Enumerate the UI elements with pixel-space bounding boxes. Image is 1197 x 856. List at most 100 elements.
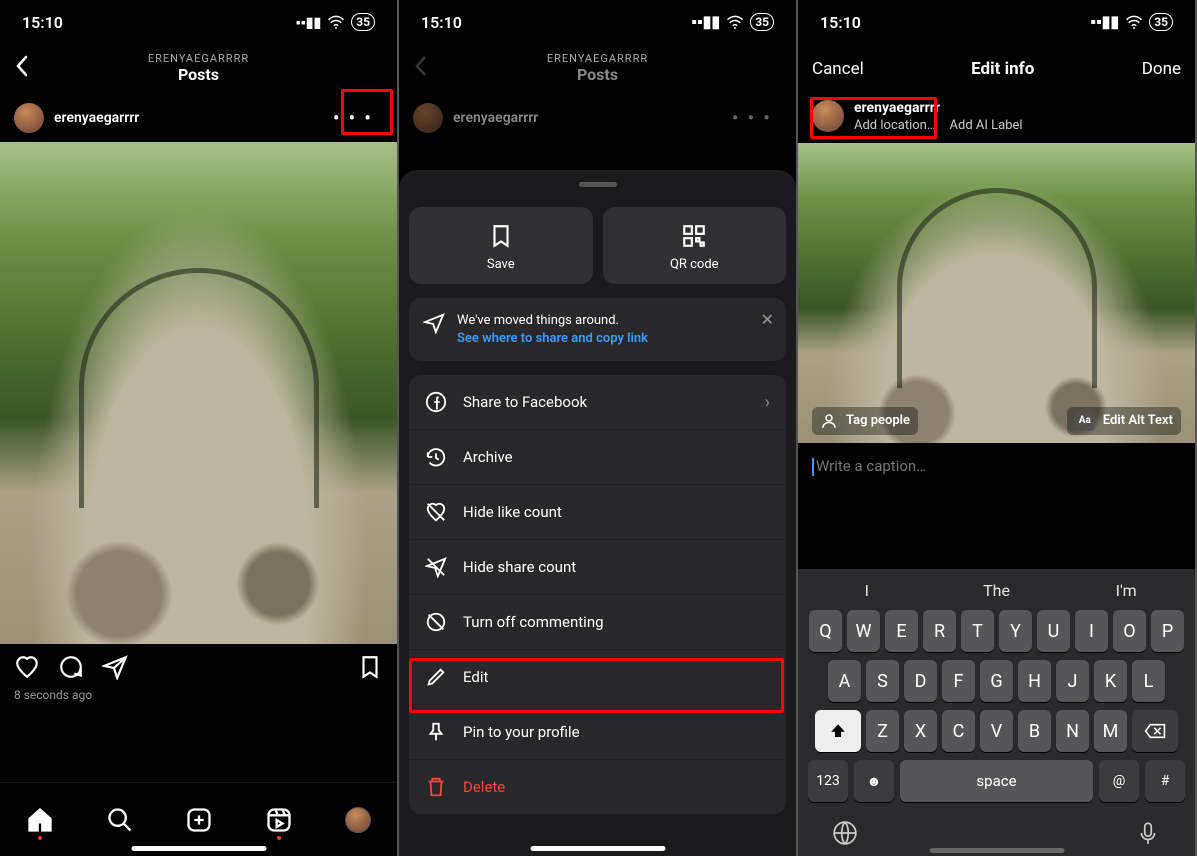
more-options-button[interactable]: • • • [323,102,383,134]
post-photo[interactable] [0,142,397,644]
suggestion[interactable]: I'm [1061,581,1191,600]
key-m[interactable]: M [1094,710,1127,752]
item-label: Pin to your profile [463,723,580,741]
info-notice[interactable]: We've moved things around. See where to … [409,298,786,361]
key-o[interactable]: O [1113,610,1146,652]
bookmark-icon[interactable] [357,654,383,680]
home-indicator [530,846,665,851]
hide-likes-item[interactable]: Hide like count [409,485,786,540]
key-f[interactable]: F [942,660,975,702]
key-w[interactable]: W [847,610,880,652]
signal-icon: ▪▪▮▮ [296,14,321,31]
like-icon[interactable] [14,654,40,680]
profile-tab-icon[interactable] [345,807,371,833]
key-q[interactable]: Q [809,610,842,652]
nav-title-group: ERENYAEGARRRR Posts [148,53,249,84]
send-icon [423,312,445,334]
search-tab-icon[interactable] [106,806,134,834]
signal-icon: ▪▪▮▮ [691,12,720,32]
key-y[interactable]: Y [999,610,1032,652]
qr-code-button[interactable]: QR code [603,207,787,284]
key-l[interactable]: L [1132,660,1165,702]
pin-item[interactable]: Pin to your profile [409,705,786,760]
save-button[interactable]: Save [409,207,593,284]
123-key[interactable]: 123 [808,760,848,802]
cancel-button[interactable]: Cancel [812,59,864,79]
edit-item[interactable]: Edit [409,650,786,705]
key-v[interactable]: V [980,710,1013,752]
key-h[interactable]: H [1018,660,1051,702]
key-r[interactable]: R [923,610,956,652]
post-username[interactable]: erenyaegarrrr [54,110,139,126]
edit-alt-text-button[interactable]: Aa Edit Alt Text [1067,407,1181,435]
edit-title: Edit info [971,59,1034,79]
share-to-facebook-item[interactable]: Share to Facebook › [409,375,786,430]
archive-item[interactable]: Archive [409,430,786,485]
wifi-icon [327,15,345,29]
avatar[interactable] [812,100,844,132]
done-button[interactable]: Done [1142,59,1181,79]
key-t[interactable]: T [961,610,994,652]
edit-username: erenyaegarrrr [854,100,1023,118]
key-u[interactable]: U [1037,610,1070,652]
key-s[interactable]: S [866,660,899,702]
tag-people-button[interactable]: Tag people [812,407,918,435]
sheet-grabber[interactable] [579,182,617,187]
status-time: 15:10 [820,13,861,32]
add-location-link[interactable]: Add location… [854,118,936,133]
notice-link[interactable]: See where to share and copy link [457,330,648,348]
key-n[interactable]: N [1056,710,1089,752]
battery-icon: 35 [351,13,375,31]
emoji-key[interactable]: ☻ [854,760,894,802]
key-i[interactable]: I [1075,610,1108,652]
suggestion[interactable]: I [802,581,932,600]
post-header: erenyaegarrrr • • • [0,94,397,142]
key-e[interactable]: E [885,610,918,652]
status-icons: ▪▪▮▮ 35 [296,13,375,31]
backspace-key[interactable] [1132,710,1178,752]
close-icon[interactable]: ✕ [761,310,774,329]
key-x[interactable]: X [904,710,937,752]
key-b[interactable]: B [1018,710,1051,752]
save-label: Save [487,257,515,272]
key-j[interactable]: J [1056,660,1089,702]
edit-icon [425,666,447,688]
key-row-2: ASDFGHJKL [802,660,1191,702]
key-a[interactable]: A [828,660,861,702]
key-c[interactable]: C [942,710,975,752]
caption-input[interactable]: Write a caption… [798,443,1195,490]
key-z[interactable]: Z [866,710,899,752]
more-options-button: • • • [722,102,782,134]
shift-key[interactable] [815,710,861,752]
reels-tab-icon[interactable] [265,806,293,834]
suggestion[interactable]: The [932,581,1062,600]
item-label: Turn off commenting [463,613,604,631]
comment-icon[interactable] [58,654,84,680]
share-icon[interactable] [102,654,128,680]
key-row-1: QWERTYUIOP [802,610,1191,652]
key-p[interactable]: P [1151,610,1184,652]
globe-icon[interactable] [832,820,858,846]
mic-icon[interactable] [1135,820,1161,846]
avatar[interactable] [14,103,44,133]
at-key[interactable]: @ [1099,760,1139,802]
key-d[interactable]: D [904,660,937,702]
item-label: Edit [463,668,488,686]
add-ai-label-link[interactable]: Add AI Label [950,118,1023,133]
screen-posts: 15:10 ▪▪▮▮ 35 ERENYAEGARRRR Posts erenya… [0,0,397,856]
pin-icon [425,721,447,743]
notice-line1: We've moved things around. [457,312,648,330]
trash-icon [425,776,447,798]
create-tab-icon[interactable] [185,806,213,834]
home-tab-icon[interactable] [26,806,54,834]
key-g[interactable]: G [980,660,1013,702]
hash-key[interactable]: # [1145,760,1185,802]
turn-off-commenting-item[interactable]: Turn off commenting [409,595,786,650]
hide-shares-item[interactable]: Hide share count [409,540,786,595]
aa-icon: Aa [1075,411,1095,431]
space-key[interactable]: space [900,760,1093,802]
back-chevron-icon[interactable] [14,54,30,85]
item-label: Share to Facebook [463,393,587,411]
delete-item[interactable]: Delete [409,760,786,814]
key-k[interactable]: K [1094,660,1127,702]
